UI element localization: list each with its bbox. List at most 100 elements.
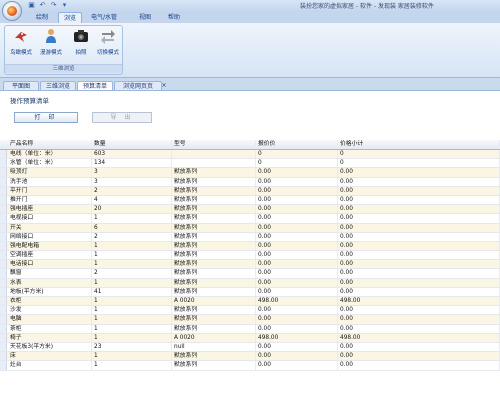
row-selector[interactable] xyxy=(0,333,7,342)
row-selector[interactable] xyxy=(0,260,7,269)
cell-product-name: 灶台 xyxy=(8,361,92,370)
doc-tab-web[interactable]: 浏览网页页 xyxy=(114,81,162,90)
cell-model: 默放系列 xyxy=(172,324,256,333)
save-icon[interactable]: ▣ xyxy=(27,1,36,9)
doc-tab-floor-plan[interactable]: 平面图 xyxy=(3,81,39,90)
tab-view[interactable]: 视图 xyxy=(133,12,157,23)
table-row[interactable]: 洗手池 3 默放系列 0.00 0.00 xyxy=(0,177,500,187)
table-row[interactable]: 飘窗 2 默放系列 0.00 0.00 xyxy=(0,269,500,279)
walk-view-button[interactable]: 漫游模式 xyxy=(37,28,65,60)
cell-subtotal: 0.00 xyxy=(338,269,500,278)
table-row[interactable]: 空调插座 1 默放系列 0.00 0.00 xyxy=(0,251,500,261)
cell-product-name: 衣柜 xyxy=(8,297,92,306)
row-selector[interactable] xyxy=(0,159,7,168)
row-selector[interactable] xyxy=(0,177,7,186)
undo-icon[interactable]: ↶ xyxy=(38,1,47,9)
cell-price: 0.00 xyxy=(256,251,338,260)
row-selector[interactable] xyxy=(0,352,7,361)
budget-table: 产品名称 数量 型号 报价价 价格小计 电线（单位：米） 603 0 0 水管（单位：米… xyxy=(0,140,500,371)
table-row[interactable]: 开关 6 默放系列 0.00 0.00 xyxy=(0,223,500,233)
table-row[interactable]: 推开门 4 默放系列 0.00 0.00 xyxy=(0,195,500,206)
cell-subtotal: 0.00 xyxy=(338,177,500,186)
table-row[interactable]: 吸顶灯 3 默放系列 0.00 0.00 xyxy=(0,168,500,178)
tab-draw[interactable]: 绘制 xyxy=(30,12,54,23)
table-row[interactable]: 电视接口 1 默放系列 0.00 0.00 xyxy=(0,214,500,224)
cell-quantity: 1 xyxy=(92,297,172,306)
table-row[interactable]: 灶台 1 默放系列 0.00 0.00 xyxy=(0,361,500,371)
cell-model: 默放系列 xyxy=(172,269,256,278)
table-row[interactable]: 沙发 1 默放系列 0.00 0.00 xyxy=(0,306,500,316)
tab-electric-water[interactable]: 电气/水管 xyxy=(86,12,122,23)
table-row[interactable]: 强电插座 20 默放系列 0.00 0.00 xyxy=(0,205,500,215)
header-subtotal[interactable]: 价格小计 xyxy=(338,140,500,149)
row-selector[interactable] xyxy=(0,324,7,333)
app-menu-button[interactable] xyxy=(2,1,22,21)
print-button[interactable]: 打 印 xyxy=(14,112,78,123)
quick-access-toolbar: ▣ ↶ ↷ ▾ xyxy=(27,1,69,10)
table-row[interactable]: 床 1 默放系列 0.00 0.00 xyxy=(0,352,500,362)
cell-product-name: 开关 xyxy=(8,223,92,232)
table-row[interactable]: 天花板3(平方米) 23 null 0.00 0.00 xyxy=(0,342,500,353)
table-row[interactable]: 电脑 1 默放系列 0.00 0.00 xyxy=(0,315,500,325)
table-row[interactable]: 强电配电箱 1 默放系列 0.00 0.00 xyxy=(0,241,500,252)
cell-product-name: 电视接口 xyxy=(8,214,92,223)
cell-model: 默放系列 xyxy=(172,278,256,287)
table-row[interactable]: 平开门 2 默放系列 0.00 0.00 xyxy=(0,186,500,196)
row-selector[interactable] xyxy=(0,278,7,287)
table-row[interactable]: 电线（单位：米） 603 0 0 xyxy=(0,150,500,160)
table-row[interactable]: 水管（单位：米） 134 0 0 xyxy=(0,159,500,169)
row-selector[interactable] xyxy=(0,214,7,223)
row-selector[interactable] xyxy=(0,342,7,352)
redo-icon[interactable]: ↷ xyxy=(49,1,58,9)
row-selector[interactable] xyxy=(0,269,7,278)
row-selector[interactable] xyxy=(0,150,7,159)
row-selector[interactable] xyxy=(0,232,7,241)
row-selector[interactable] xyxy=(0,205,7,214)
table-row[interactable]: 水表 1 默放系列 0.00 0.00 xyxy=(0,278,500,288)
bird-view-button[interactable]: 鸟瞰模式 xyxy=(7,28,35,60)
photo-button[interactable]: 拍照 xyxy=(67,28,95,60)
header-product-name[interactable]: 产品名称 xyxy=(8,140,92,149)
table-row[interactable]: 茶柜 1 默放系列 0.00 0.00 xyxy=(0,324,500,334)
cell-product-name: 强电插座 xyxy=(8,205,92,214)
table-row[interactable]: 地板(平方米) 41 默放系列 0.00 0.00 xyxy=(0,287,500,297)
tab-help[interactable]: 帮助 xyxy=(162,12,186,23)
ribbon-group-3d-browse: 鸟瞰模式 漫游模式 拍照 切换模式 三维浏览 xyxy=(4,25,123,75)
tab-browse[interactable]: 浏览 xyxy=(58,12,82,23)
cell-model: 默放系列 xyxy=(172,205,256,214)
export-button[interactable]: 导 出 xyxy=(92,112,152,123)
switch-mode-button[interactable]: 切换模式 xyxy=(94,28,122,60)
row-selector[interactable] xyxy=(0,195,7,205)
row-selector[interactable] xyxy=(0,186,7,195)
table-row[interactable]: 电话接口 1 默放系列 0.00 0.00 xyxy=(0,260,500,270)
table-row[interactable]: 椅子 1 A 0020 498.00 498.00 xyxy=(0,333,500,343)
row-selector[interactable] xyxy=(0,287,7,296)
cell-quantity: 4 xyxy=(92,195,172,205)
table-row[interactable]: 衣柜 1 A 0020 498.00 498.00 xyxy=(0,297,500,307)
cell-quantity: 1 xyxy=(92,214,172,223)
close-tab-icon[interactable]: × xyxy=(159,81,169,90)
row-selector[interactable] xyxy=(0,241,7,251)
row-selector[interactable] xyxy=(0,223,7,232)
header-model[interactable]: 型号 xyxy=(172,140,256,149)
row-selector[interactable] xyxy=(0,306,7,315)
cell-product-name: 水表 xyxy=(8,278,92,287)
header-price[interactable]: 报价价 xyxy=(256,140,338,149)
cell-price: 0.00 xyxy=(256,241,338,251)
cell-subtotal: 0.00 xyxy=(338,306,500,315)
row-selector[interactable] xyxy=(0,297,7,306)
row-selector[interactable] xyxy=(0,361,7,370)
cell-subtotal: 0 xyxy=(338,159,500,168)
header-quantity[interactable]: 数量 xyxy=(92,140,172,149)
row-selector[interactable] xyxy=(0,315,7,324)
doc-tab-budget[interactable]: 预算清单 xyxy=(77,81,113,90)
cell-subtotal: 0.00 xyxy=(338,251,500,260)
cell-product-name: 电线（单位：米） xyxy=(8,150,92,159)
row-selector[interactable] xyxy=(0,168,7,177)
row-selector[interactable] xyxy=(0,251,7,260)
cell-product-name: 平开门 xyxy=(8,186,92,195)
dropdown-icon[interactable]: ▾ xyxy=(60,1,69,9)
table-row[interactable]: 网络接口 2 默放系列 0.00 0.00 xyxy=(0,232,500,242)
cell-model: 默放系列 xyxy=(172,260,256,269)
doc-tab-3d-browse[interactable]: 三维浏览 xyxy=(40,81,76,90)
